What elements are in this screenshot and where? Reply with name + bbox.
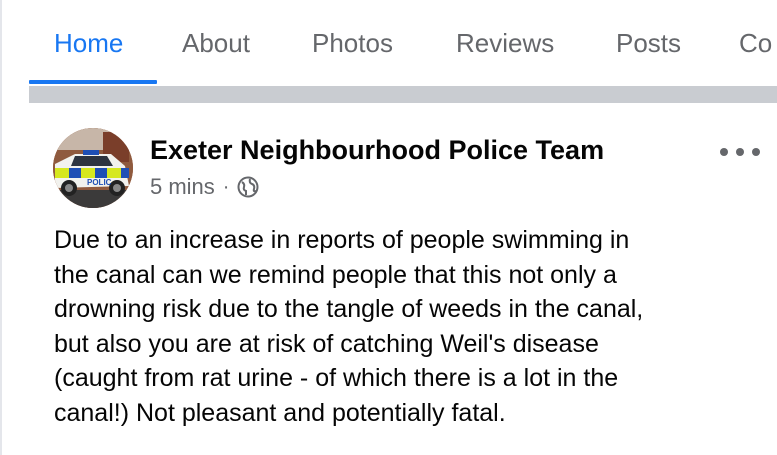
meta-separator: ·: [222, 175, 230, 198]
post-text-line: (caught from rat urine - of which there …: [54, 364, 619, 392]
tab-home[interactable]: Home: [54, 26, 123, 60]
avatar[interactable]: POLIC: [53, 128, 133, 208]
tab-about[interactable]: About: [182, 26, 250, 60]
post-text-line: canal!) Not pleasant and potentially fat…: [54, 398, 506, 427]
post-text-line: drowning risk due to the tangle of weeds…: [54, 295, 644, 323]
more-dot: [736, 148, 744, 156]
more-dot: [752, 148, 760, 156]
post-text-line: the canal can we remind people that this…: [54, 260, 617, 289]
post-body-text: Due to an increase in reports of people …: [54, 223, 764, 430]
post-meta: 5 mins ·: [150, 173, 259, 201]
tab-reviews[interactable]: Reviews: [456, 26, 554, 60]
page-name-link[interactable]: Exeter Neighbourhood Police Team: [150, 133, 604, 167]
police-car-avatar-image: POLIC: [53, 128, 133, 208]
post-text-line: but also you are at risk of catching Wei…: [54, 329, 599, 358]
tab-community[interactable]: Co: [739, 26, 772, 60]
page-edge: [0, 0, 2, 455]
more-dot: [720, 148, 728, 156]
post-timestamp[interactable]: 5 mins: [150, 174, 215, 200]
avatar-police-lettering: POLIC: [87, 178, 112, 187]
facebook-page-view: Home About Photos Reviews Posts Co POLIC: [0, 0, 777, 455]
tab-posts[interactable]: Posts: [616, 26, 681, 60]
post-text-line: Due to an increase in reports of people …: [54, 226, 630, 254]
globe-icon[interactable]: [237, 176, 259, 198]
tab-photos[interactable]: Photos: [312, 26, 393, 60]
section-divider: [29, 86, 777, 103]
active-tab-indicator: [29, 80, 157, 84]
more-options-icon[interactable]: [720, 140, 760, 164]
